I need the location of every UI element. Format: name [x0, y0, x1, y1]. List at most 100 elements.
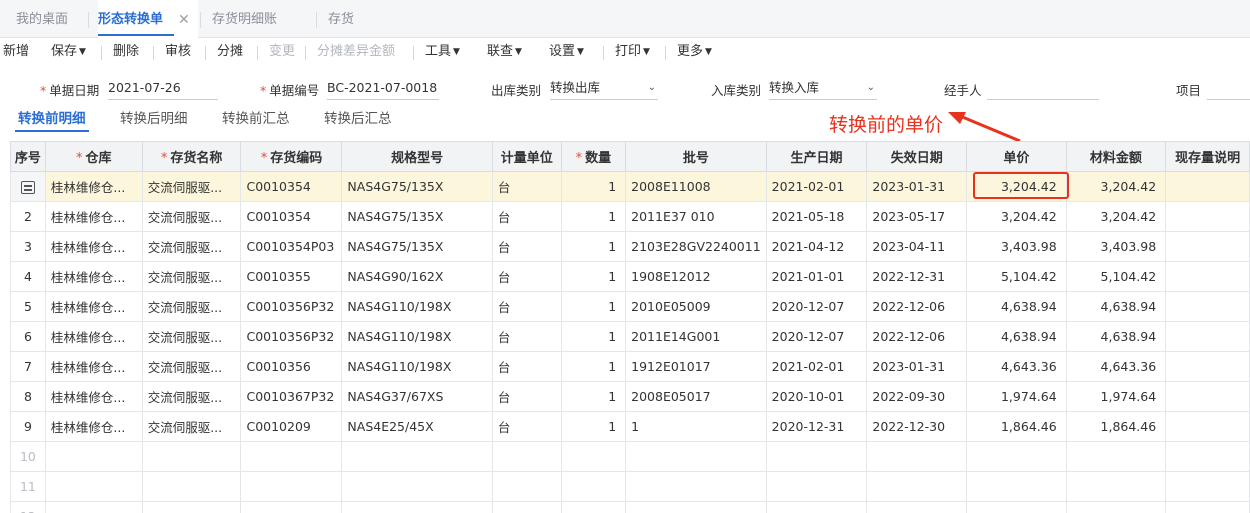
tab-my-desktop[interactable]: 我的桌面 [16, 0, 68, 38]
cell-price[interactable]: 5,104.42 [966, 261, 1067, 292]
cell-spec[interactable]: NAS4G110/198X [341, 321, 493, 352]
cell-code[interactable]: C0010354 [240, 171, 343, 202]
cell-amount[interactable]: 4,638.94 [1065, 321, 1167, 352]
cell-exp-date[interactable]: 2022-12-06 [866, 291, 968, 322]
cell-stock-note[interactable] [1165, 261, 1250, 292]
subtab-after-detail[interactable]: 转换后明细 [120, 108, 188, 132]
cell-empty[interactable] [966, 471, 1067, 502]
table-row[interactable]: 5 桂林维修仓... 交流伺服驱... C0010356P32 NAS4G110/198… [10, 291, 1250, 322]
cell-mfg-date[interactable]: 2021-02-01 [765, 171, 868, 202]
cell-warehouse[interactable]: 桂林维修仓... [44, 261, 143, 292]
cell-empty[interactable] [765, 441, 868, 472]
cell-exp-date[interactable]: 2022-12-30 [866, 411, 968, 442]
cell-unit[interactable]: 台 [491, 321, 562, 352]
cell-exp-date[interactable]: 2022-12-31 [866, 261, 968, 292]
change-button[interactable]: 变更 [269, 38, 295, 66]
cell-spec[interactable]: NAS4G110/198X [341, 351, 493, 382]
subtab-before-detail[interactable]: 转换前明细 [15, 108, 89, 132]
cell-spec[interactable]: NAS4G75/135X [341, 231, 493, 262]
empty-table-row[interactable]: 10 [10, 441, 1250, 472]
cell-price[interactable]: 1,864.46 [966, 411, 1067, 442]
cell-code[interactable]: C0010354 [240, 201, 343, 232]
empty-table-row[interactable]: 11 [10, 471, 1250, 502]
col-header-exp-date[interactable]: 失效日期 [866, 141, 968, 172]
cell-code[interactable]: C0010356P32 [240, 321, 343, 352]
audit-button[interactable]: 审核 [165, 38, 191, 66]
allocate-button[interactable]: 分摊 [217, 38, 243, 66]
allocate-diff-button[interactable]: 分摊差异金额 [317, 38, 395, 66]
col-header-qty[interactable]: * 数量 [560, 141, 627, 172]
lookup-menu[interactable]: 联查 ▼ [487, 38, 522, 66]
cell-exp-date[interactable]: 2022-12-06 [866, 321, 968, 352]
cell-price[interactable]: 4,643.36 [966, 351, 1067, 382]
subtab-after-summary[interactable]: 转换后汇总 [324, 108, 392, 132]
cell-empty[interactable] [240, 471, 343, 502]
cell-code[interactable]: C0010354P03 [240, 231, 343, 262]
cell-empty[interactable] [625, 441, 767, 472]
close-icon[interactable]: ✕ [178, 0, 190, 40]
cell-amount[interactable]: 3,204.42 [1065, 171, 1167, 202]
subtab-before-summary[interactable]: 转换前汇总 [222, 108, 290, 132]
cell-spec[interactable]: NAS4G37/67XS [341, 381, 493, 412]
cell-qty[interactable]: 1 [560, 261, 627, 292]
tools-menu[interactable]: 工具 ▼ [425, 38, 460, 66]
cell-qty[interactable]: 1 [560, 411, 627, 442]
cell-empty[interactable] [141, 441, 242, 472]
cell-empty[interactable] [1165, 501, 1250, 513]
cell-code[interactable]: C0010209 [240, 411, 343, 442]
cell-warehouse[interactable]: 桂林维修仓... [44, 171, 143, 202]
cell-exp-date[interactable]: 2023-01-31 [866, 171, 968, 202]
cell-empty[interactable] [625, 501, 767, 513]
cell-code[interactable]: C0010356P32 [240, 291, 343, 322]
cell-empty[interactable] [1165, 441, 1250, 472]
col-header-spec[interactable]: 规格型号 [341, 141, 493, 172]
cell-empty[interactable] [44, 441, 143, 472]
cell-qty[interactable]: 1 [560, 171, 627, 202]
cell-stock-note[interactable] [1165, 411, 1250, 442]
cell-empty[interactable] [866, 441, 968, 472]
cell-empty[interactable] [141, 501, 242, 513]
cell-mfg-date[interactable]: 2021-02-01 [765, 351, 868, 382]
cell-empty[interactable] [765, 471, 868, 502]
cell-unit[interactable]: 台 [491, 261, 562, 292]
cell-name[interactable]: 交流伺服驱... [141, 291, 242, 322]
cell-unit[interactable]: 台 [491, 411, 562, 442]
cell-exp-date[interactable]: 2023-01-31 [866, 351, 968, 382]
cell-empty[interactable] [341, 501, 493, 513]
col-header-price[interactable]: 单价 [966, 141, 1067, 172]
out-type-select[interactable]: 转换出库 ⌄ [550, 76, 658, 100]
cell-empty[interactable] [560, 441, 627, 472]
cell-qty[interactable]: 1 [560, 231, 627, 262]
table-row[interactable]: 桂林维修仓... 交流伺服驱... C0010354 NAS4G75/135X 台 1 20… [10, 171, 1250, 202]
cell-empty[interactable] [341, 471, 493, 502]
cell-mfg-date[interactable]: 2020-12-31 [765, 411, 868, 442]
cell-batch[interactable]: 2010E05009 [625, 291, 767, 322]
doc-no-field[interactable]: BC-2021-07-0018 [327, 76, 439, 100]
cell-mfg-date[interactable]: 2021-01-01 [765, 261, 868, 292]
cell-empty[interactable] [866, 471, 968, 502]
cell-empty[interactable] [560, 471, 627, 502]
cell-stock-note[interactable] [1165, 321, 1250, 352]
cell-mfg-date[interactable]: 2021-04-12 [765, 231, 868, 262]
cell-name[interactable]: 交流伺服驱... [141, 321, 242, 352]
cell-empty[interactable] [1065, 501, 1167, 513]
col-header-warehouse[interactable]: * 仓库 [44, 141, 143, 172]
cell-empty[interactable] [491, 501, 562, 513]
cell-qty[interactable]: 1 [560, 321, 627, 352]
cell-empty[interactable] [491, 441, 562, 472]
cell-batch[interactable]: 2008E05017 [625, 381, 767, 412]
cell-empty[interactable] [966, 441, 1067, 472]
cell-qty[interactable]: 1 [560, 201, 627, 232]
cell-spec[interactable]: NAS4G75/135X [341, 201, 493, 232]
cell-empty[interactable] [240, 441, 343, 472]
project-field[interactable] [1207, 76, 1250, 100]
col-header-mfg-date[interactable]: 生产日期 [765, 141, 868, 172]
cell-empty[interactable] [240, 501, 343, 513]
cell-name[interactable]: 交流伺服驱... [141, 351, 242, 382]
cell-spec[interactable]: NAS4E25/45X [341, 411, 493, 442]
cell-exp-date[interactable]: 2022-09-30 [866, 381, 968, 412]
cell-empty[interactable] [141, 471, 242, 502]
save-button[interactable]: 保存 ▼ [51, 38, 86, 66]
cell-warehouse[interactable]: 桂林维修仓... [44, 291, 143, 322]
col-header-index[interactable]: 序号 [10, 141, 46, 172]
